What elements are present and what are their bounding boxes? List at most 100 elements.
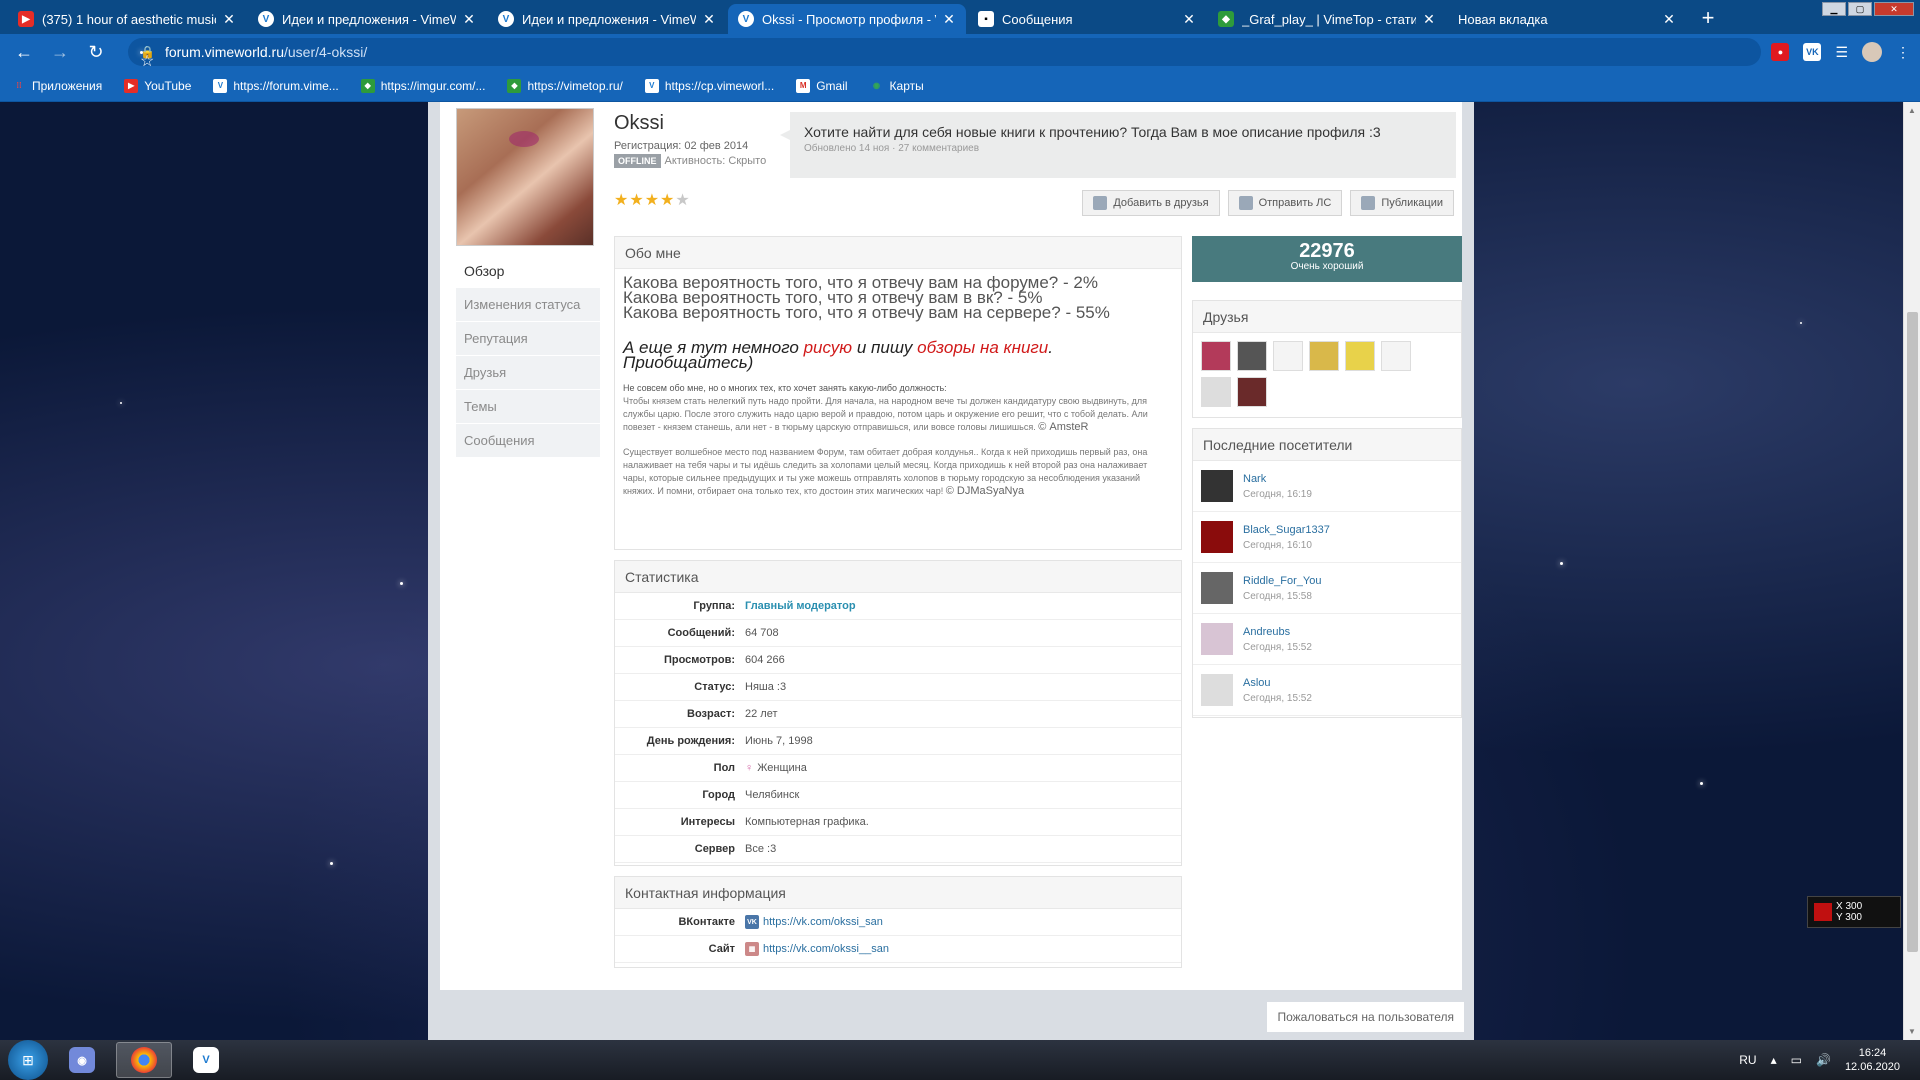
taskbar-discord[interactable]: ◉ <box>54 1042 110 1078</box>
page-scrollbar[interactable]: ▲ ▼ <box>1903 102 1920 1040</box>
reading-list-icon[interactable]: ☰ <box>1835 44 1848 61</box>
address-bar[interactable]: 🔒 forum.vimeworld.ru/user/4-okssi/ ☆ <box>128 38 1762 70</box>
quote-1: Не совсем обо мне, но о многих тех, кто … <box>623 383 1148 433</box>
friend-avatar[interactable] <box>1201 377 1231 407</box>
bookmark-youtube[interactable]: ▶ YouTube <box>124 78 191 93</box>
bookmark-cp-vimeworld[interactable]: Vhttps://cp.vimeworl... <box>644 78 775 93</box>
draw-link[interactable]: рисую <box>804 338 853 357</box>
bookmark-apps[interactable]: ⁞⁞ Приложения <box>12 79 102 93</box>
activity-text: Активность: Скрыто <box>664 155 767 167</box>
publications-button[interactable]: Публикации <box>1350 190 1454 216</box>
vimeworld-icon: V <box>258 11 274 27</box>
site-link[interactable]: https://vk.com/okssi__san <box>763 943 889 955</box>
bookmark-vimetop[interactable]: ◆ https://vimetop.ru/ <box>507 78 623 93</box>
visitor-time: Сегодня, 15:52 <box>1243 641 1312 653</box>
visitor-name[interactable]: Aslou <box>1243 677 1312 689</box>
stat-row: День рождения: Июнь 7, 1998 <box>615 728 1181 755</box>
friend-avatar[interactable] <box>1309 341 1339 371</box>
visitor-row[interactable]: Black_Sugar1337 Сегодня, 16:10 <box>1193 512 1461 563</box>
visitor-row[interactable]: Aslou Сегодня, 15:52 <box>1193 665 1461 716</box>
profile-content: Обзор Изменения статуса Репутация Друзья… <box>440 102 1462 990</box>
close-icon[interactable]: ✕ <box>702 11 716 28</box>
website-icon: ▦ <box>745 942 759 956</box>
friend-avatar[interactable] <box>1237 341 1267 371</box>
language-indicator[interactable]: RU <box>1739 1053 1756 1067</box>
sidenav-item-overview[interactable]: Обзор <box>456 254 600 288</box>
visitor-time: Сегодня, 16:19 <box>1243 488 1312 500</box>
visitor-name[interactable]: Andreubs <box>1243 626 1312 638</box>
bookmark-imgur[interactable]: ◆ https://imgur.com/... <box>360 78 485 93</box>
close-icon[interactable]: ✕ <box>1422 11 1436 28</box>
vimeworld-icon: V <box>193 1047 219 1073</box>
reload-button[interactable]: ↻ <box>82 38 110 66</box>
volume-icon[interactable]: 🔊 <box>1816 1053 1831 1067</box>
close-icon[interactable]: ✕ <box>222 11 236 28</box>
sidenav-item-friends[interactable]: Друзья <box>456 356 600 390</box>
friend-avatar[interactable] <box>1237 377 1267 407</box>
tab-messages[interactable]: ▪ Сообщения ✕ <box>968 4 1206 34</box>
visitor-row[interactable]: Andreubs Сегодня, 15:52 <box>1193 614 1461 665</box>
forward-button[interactable]: → <box>46 38 74 66</box>
tray-arrow-icon[interactable]: ▴ <box>1771 1053 1777 1067</box>
profile-avatar[interactable] <box>1862 42 1882 62</box>
visitor-row[interactable]: Nark Сегодня, 16:19 <box>1193 461 1461 512</box>
friend-avatar[interactable] <box>1381 341 1411 371</box>
taskbar-vimeworld[interactable]: V <box>178 1042 234 1078</box>
sidenav-item-topics[interactable]: Темы <box>456 390 600 424</box>
clock-date: 12.06.2020 <box>1844 1061 1900 1073</box>
friend-avatar[interactable] <box>1345 341 1375 371</box>
close-window-button[interactable]: ✕ <box>1874 2 1914 16</box>
send-pm-button[interactable]: Отправить ЛС <box>1227 190 1343 216</box>
add-user-icon <box>1093 196 1108 210</box>
friend-avatar[interactable] <box>1201 341 1231 371</box>
friend-avatar[interactable] <box>1273 341 1303 371</box>
close-icon[interactable]: ✕ <box>1662 11 1676 28</box>
visitor-name[interactable]: Black_Sugar1337 <box>1243 524 1330 536</box>
visitor-time: Сегодня, 15:52 <box>1243 692 1312 704</box>
scrollbar-thumb[interactable] <box>1907 312 1918 952</box>
visitor-name[interactable]: Riddle_For_You <box>1243 575 1321 587</box>
bookmark-forum-vimeworld[interactable]: Vhttps://forum.vime... <box>213 78 339 93</box>
visitor-time: Сегодня, 16:10 <box>1243 539 1312 551</box>
status-meta[interactable]: Обновлено 14 ноя · 27 комментариев <box>804 143 1442 154</box>
bookmark-gmail[interactable]: M Gmail <box>796 78 848 93</box>
sidenav-item-reputation[interactable]: Репутация <box>456 322 600 356</box>
menu-icon[interactable]: ⋮ <box>1896 44 1910 61</box>
visitor-name[interactable]: Nark <box>1243 473 1312 485</box>
close-icon[interactable]: ✕ <box>1182 11 1196 28</box>
close-icon[interactable]: ✕ <box>462 11 476 28</box>
tab-vimeworld-ideas-2[interactable]: V Идеи и предложения - VimeWo ✕ <box>488 4 726 34</box>
maximize-button[interactable]: ▢ <box>1848 2 1872 16</box>
network-icon[interactable]: ▭ <box>1791 1053 1802 1067</box>
extension-red-icon[interactable]: ● <box>1771 43 1790 61</box>
tab-vimeworld-ideas[interactable]: V Идеи и предложения - VimeWo ✕ <box>248 4 486 34</box>
tab-okssi-profile[interactable]: V Okssi - Просмотр профиля - Vi ✕ <box>728 4 966 34</box>
contact-row: ВКонтакте VK https://vk.com/okssi_san <box>615 909 1181 936</box>
vk-icon[interactable]: VK <box>1803 43 1822 61</box>
bookmark-star-icon[interactable]: ☆ <box>140 50 154 70</box>
sidenav-item-messages[interactable]: Сообщения <box>456 424 600 458</box>
vk-link[interactable]: https://vk.com/okssi_san <box>763 916 883 928</box>
contact-section: Контактная информация ВКонтакте VK https:/… <box>614 876 1182 968</box>
sidenav-item-status-changes[interactable]: Изменения статуса <box>456 288 600 322</box>
clock[interactable]: 16:24 12.06.2020 <box>1845 1046 1900 1074</box>
tab-vimetop[interactable]: ◆ _Graf_play_ | VimeTop - статисти ✕ <box>1208 4 1446 34</box>
back-button[interactable]: ← <box>10 38 38 66</box>
minimize-button[interactable]: ▁ <box>1822 2 1846 16</box>
reviews-link[interactable]: обзоры на книги <box>917 338 1048 357</box>
statistics-section: Статистика Группа: Главный модератор Сооб… <box>614 560 1182 866</box>
new-tab-button[interactable]: + <box>1694 4 1722 32</box>
bookmark-label: https://cp.vimeworl... <box>664 78 775 93</box>
group-link[interactable]: Главный модератор <box>745 600 856 612</box>
bookmark-maps[interactable]: ◉ Карты <box>870 79 924 93</box>
report-user-button[interactable]: Пожаловаться на пользователя <box>1267 1002 1464 1032</box>
start-button[interactable]: ⊞ <box>8 1040 48 1080</box>
close-icon[interactable]: ✕ <box>942 11 956 28</box>
tab-new[interactable]: Новая вкладка ✕ <box>1448 4 1686 34</box>
star-icon: ★ <box>629 192 644 209</box>
visitor-row[interactable]: Riddle_For_You Сегодня, 15:58 <box>1193 563 1461 614</box>
add-friend-button[interactable]: Добавить в друзья <box>1082 190 1220 216</box>
tab-youtube[interactable]: ▶ (375) 1 hour of aesthetic music - ✕ <box>8 4 246 34</box>
reputation-box[interactable]: 22976 Очень хороший <box>1192 236 1462 282</box>
taskbar-chrome[interactable] <box>116 1042 172 1078</box>
